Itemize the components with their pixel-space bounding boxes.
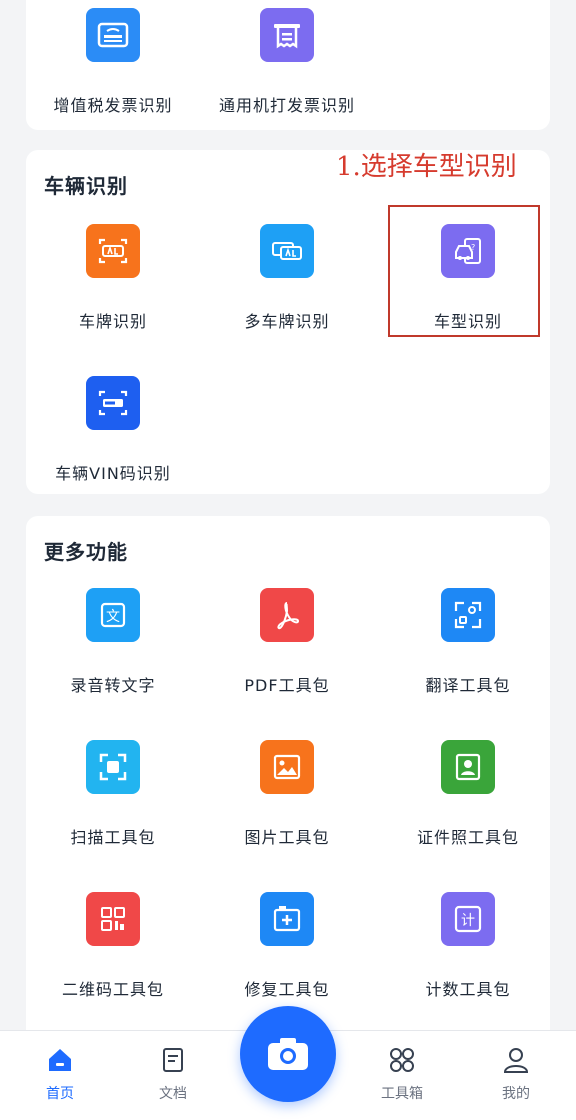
qr-code-icon	[86, 892, 140, 946]
svg-text:计: 计	[461, 913, 475, 929]
id-photo-icon	[441, 740, 495, 794]
annotation-highlight-box	[388, 205, 540, 337]
tile-label: 翻译工具包	[425, 676, 511, 695]
svg-text:文: 文	[106, 609, 120, 625]
tab-toolbox[interactable]: 工具箱	[362, 1045, 442, 1103]
tile-label: 修复工具包	[244, 980, 330, 999]
pdf-icon	[260, 588, 314, 642]
tile-label: 多车牌识别	[244, 312, 330, 331]
vin-code-icon	[86, 376, 140, 430]
translate-icon	[441, 588, 495, 642]
multi-plate-icon	[260, 224, 314, 278]
tile-vat-invoice[interactable]: 增值税发票识别	[26, 8, 200, 116]
license-plate-icon	[86, 224, 140, 278]
tile-label: 扫描工具包	[70, 828, 156, 847]
profile-icon	[503, 1048, 529, 1073]
tile-label: 车辆VIN码识别	[55, 464, 171, 483]
tile-speech-to-text[interactable]: 文 录音转文字	[26, 588, 200, 696]
vat-invoice-icon	[86, 8, 140, 62]
tile-qr-code[interactable]: 二维码工具包	[26, 892, 200, 1000]
tile-vin-code[interactable]: 车辆VIN码识别	[26, 376, 200, 484]
tile-label: 图片工具包	[244, 828, 330, 847]
invoice-card: 增值税发票识别 通用机打发票识别	[26, 0, 550, 130]
tile-label: 二维码工具包	[61, 980, 164, 999]
tile-label: 车牌识别	[78, 312, 147, 331]
scan-icon	[86, 740, 140, 794]
tile-label: 通用机打发票识别	[218, 96, 355, 115]
section-title: 车辆识别	[44, 174, 128, 198]
home-icon	[49, 1049, 71, 1071]
repair-icon	[260, 892, 314, 946]
annotation-text: 1.选择车型识别	[336, 152, 517, 182]
counter-icon: 计	[441, 892, 495, 946]
tile-id-photo[interactable]: 证件照工具包	[381, 740, 555, 848]
tile-pdf[interactable]: PDF工具包	[200, 588, 374, 696]
tile-label: 增值税发票识别	[53, 96, 173, 115]
tile-label: 计数工具包	[425, 980, 511, 999]
toolbox-icon	[390, 1048, 414, 1072]
tile-counter[interactable]: 计 计数工具包	[381, 892, 555, 1000]
tab-label: 工具箱	[381, 1086, 423, 1102]
app-screen: 增值税发票识别 通用机打发票识别 车辆识别 车牌识别 多车牌识别 ? 车型识别 …	[0, 0, 576, 1120]
tab-home[interactable]: 首页	[20, 1045, 100, 1103]
tile-repair[interactable]: 修复工具包	[200, 892, 374, 1000]
tile-label: 证件照工具包	[416, 828, 519, 847]
tile-translate[interactable]: 翻译工具包	[381, 588, 555, 696]
tile-label: 录音转文字	[70, 676, 156, 695]
tile-scan[interactable]: 扫描工具包	[26, 740, 200, 848]
section-title: 更多功能	[44, 540, 128, 564]
image-icon	[260, 740, 314, 794]
tab-label: 首页	[46, 1086, 74, 1102]
tile-printed-invoice[interactable]: 通用机打发票识别	[200, 8, 374, 116]
tile-multi-plate[interactable]: 多车牌识别	[200, 224, 374, 332]
printed-invoice-icon	[260, 8, 314, 62]
tile-label: PDF工具包	[244, 676, 330, 695]
tile-license-plate[interactable]: 车牌识别	[26, 224, 200, 332]
tab-label: 文档	[159, 1086, 187, 1102]
speech-to-text-icon: 文	[86, 588, 140, 642]
document-icon	[163, 1048, 183, 1072]
camera-button[interactable]	[240, 1006, 336, 1102]
camera-icon	[268, 1038, 308, 1070]
tab-document[interactable]: 文档	[133, 1045, 213, 1103]
tab-label: 我的	[502, 1086, 530, 1102]
tile-image[interactable]: 图片工具包	[200, 740, 374, 848]
tab-profile[interactable]: 我的	[476, 1045, 556, 1103]
